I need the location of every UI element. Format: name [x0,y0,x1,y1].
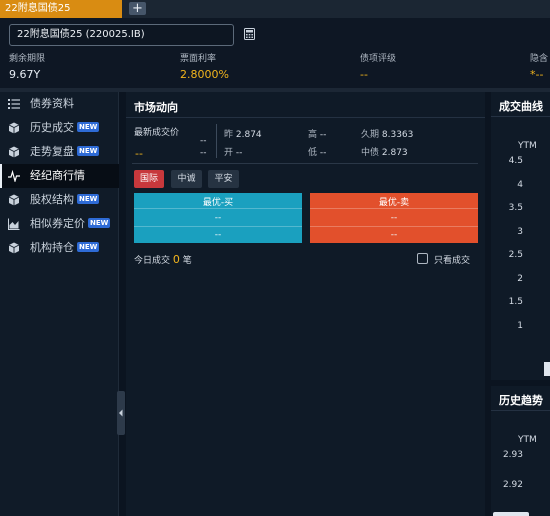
sidebar-item-label: 相似券定价 NEW [30,217,111,230]
calculator-icon[interactable] [244,28,255,40]
cube-icon [8,242,20,254]
open-price: 开 -- [224,148,243,158]
divider [132,163,478,164]
tab-bar: 22附息国债25 + [0,0,550,18]
metric-coupon-rate: 票面利率 2.8000% [180,51,229,81]
bond-search-input[interactable]: 22附息国债25 (220025.IB) [9,24,234,46]
panel-title: 市场动向 [134,101,178,114]
duration: 久期 8.3363 [361,130,414,140]
sidebar-item-label: 机构持仓 NEW [30,241,100,254]
sidebar-item-label: 走势复盘 NEW [30,145,100,158]
sidebar-item-label: 历史成交 NEW [30,121,100,134]
metric-rating: 债项评级 -- [360,51,396,81]
divider [126,117,485,118]
sidebar-item-bond-info[interactable]: 债券资料 [0,92,119,116]
best-ask-box[interactable]: 最优-卖 -- -- [310,193,478,243]
only-trades-label: 只看成交 [434,256,471,266]
today-trade-count: 今日成交 0 笔 [134,253,192,266]
cube-icon [8,146,20,158]
metric-label: 隐含 [530,54,549,64]
new-badge: NEW [77,122,100,132]
trade-curve-panel: 成交曲线 YTM 4.5 4 3.5 3 2.5 2 1.5 1 [491,92,550,380]
divider [134,208,302,209]
pulse-icon [8,170,20,182]
metric-remaining-term: 剩余期限 9.67Y [9,51,45,81]
sidebar-item-institution-holdings[interactable]: 机构持仓 NEW [0,236,119,260]
best-ask-volume: -- [390,230,398,240]
divider [310,208,478,209]
metric-label: 剩余期限 [9,54,46,64]
sidebar-collapse-handle[interactable] [117,391,125,435]
new-badge: NEW [77,194,100,204]
last-price-label: 最新成交价 [134,128,180,138]
sidebar: 债券资料 历史成交 NEW 走势复盘 NEW 经纪商行情 股权结构 NEW 相似券定价… [0,92,119,516]
new-badge: NEW [77,146,100,156]
history-trend-panel: 历史趋势 YTM 2.93 2.92 [491,386,550,516]
sidebar-item-similar-pricing[interactable]: 相似券定价 NEW [0,212,119,236]
best-ask-yield: -- [390,213,398,223]
high-price: 高 -- [308,130,327,140]
source-button-pingan[interactable]: 平安 [208,170,239,188]
best-bid-title: 最优-买 [202,198,234,208]
y-tick-label: 2.93 [502,450,523,460]
sidebar-item-trend-review[interactable]: 走势复盘 NEW [0,140,119,164]
sidebar-item-history-trades[interactable]: 历史成交 NEW [0,116,119,140]
chevron-left-icon [119,409,123,417]
best-bid-box[interactable]: 最优-买 -- -- [134,193,302,243]
last-price-change: -- [200,136,207,146]
metric-implied: 隐含 *-- [530,51,548,81]
chinabond-valuation: 中债 2.873 [361,148,408,158]
last-price-change-pct: -- [200,148,207,158]
sidebar-item-label: 债券资料 [30,97,74,110]
new-badge: NEW [77,242,100,252]
best-ask-title: 最优-卖 [378,198,410,208]
divider [134,226,302,227]
list-icon [8,99,20,109]
sidebar-item-label: 经纪商行情 [30,169,85,182]
best-bid-volume: -- [214,230,222,240]
metric-value: *-- [530,68,544,81]
divider [491,410,550,411]
metric-value: -- [360,68,368,81]
tab-bond[interactable]: 22附息国债25 [0,0,122,18]
y-axis-label: YTM [518,435,537,445]
scroll-thumb[interactable] [544,362,550,376]
low-price: 低 -- [308,148,327,158]
sidebar-item-label: 股权结构 NEW [30,193,100,206]
sidebar-item-broker-quotes[interactable]: 经纪商行情 [0,164,119,188]
add-tab-button[interactable]: + [129,2,146,15]
market-panel: 市场动向 最新成交价 -- -- -- 昨 2.874 开 -- 高 -- 低 … [126,92,485,516]
metric-value: 2.8000% [180,68,229,81]
source-button-zhongcheng[interactable]: 中诚 [171,170,202,188]
metric-value: 9.67Y [9,68,41,81]
metric-label: 债项评级 [360,54,397,64]
cube-icon [8,194,20,206]
area-chart-icon [8,218,20,230]
y-tick-label: 2.92 [502,480,523,490]
source-button-international[interactable]: 国际 [134,170,164,188]
only-trades-checkbox[interactable] [417,253,428,264]
divider [216,124,217,158]
last-price-value: -- [135,147,143,160]
bond-header: 22附息国债25 (220025.IB) 剩余期限 9.67Y 票面利率 2.8… [0,18,550,88]
divider [310,226,478,227]
sidebar-item-equity-structure[interactable]: 股权结构 NEW [0,188,119,212]
cube-icon [8,122,20,134]
prev-close: 昨 2.874 [224,130,262,140]
panel-title: 历史趋势 [499,394,543,407]
metric-label: 票面利率 [180,54,217,64]
new-badge: NEW [88,218,111,228]
best-bid-yield: -- [214,213,222,223]
trade-curve-chart[interactable] [491,92,550,380]
value-tag [493,512,529,516]
